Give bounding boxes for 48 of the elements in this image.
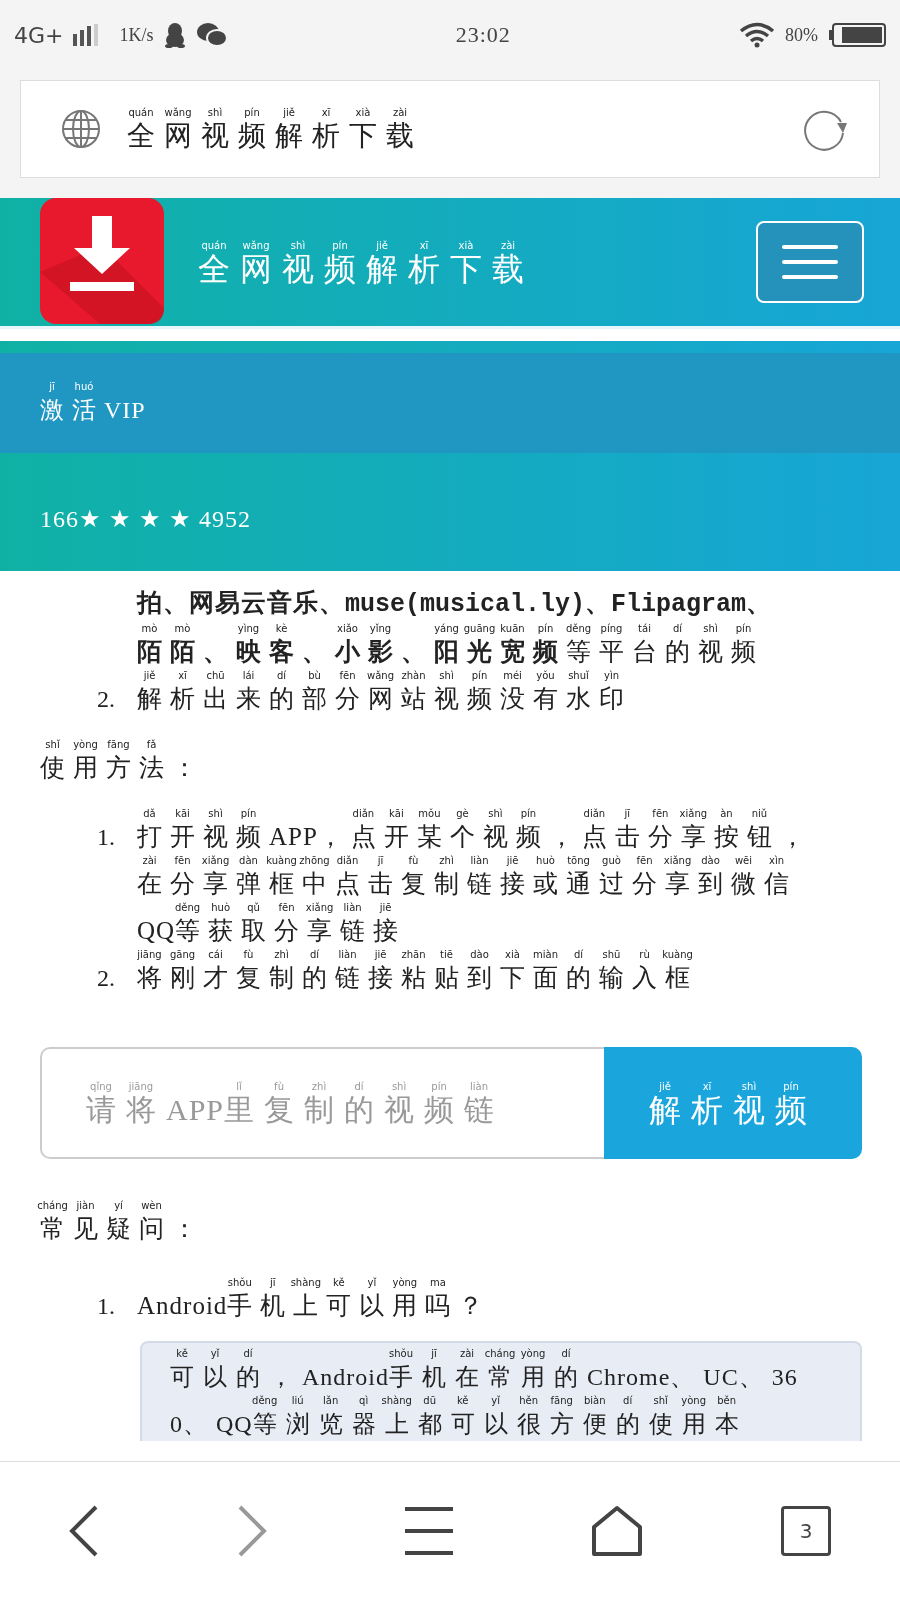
pinyin-annotation: mò mò yìng kè xiǎo yǐng yáng guāng kuān pín děng píng tái dí shì pín bbox=[140, 622, 753, 635]
list-number: 1. bbox=[96, 1292, 116, 1321]
section-heading: 常见疑问： bbox=[40, 1214, 205, 1244]
download-logo-icon[interactable] bbox=[40, 198, 164, 324]
faq-question: Android手机上可以用吗？ bbox=[137, 1291, 492, 1321]
battery-percent: 80% bbox=[785, 24, 818, 46]
pinyin-annotation: jiě xī shì pín bbox=[658, 1079, 800, 1093]
pinyin-annotation: shǐ yòng fāng fǎ bbox=[44, 738, 158, 751]
section-heading: 使用方法： bbox=[40, 753, 205, 783]
battery-icon bbox=[828, 23, 886, 47]
list-number: 2. bbox=[96, 964, 116, 993]
pinyin-annotation: cháng jiàn yí wèn bbox=[40, 1199, 163, 1212]
chat-bubbles-icon bbox=[195, 22, 228, 48]
clock-time: 23:02 bbox=[455, 22, 511, 48]
faq-answer-text: 0、QQ等浏览器上都可以很方便的使用本 bbox=[170, 1410, 748, 1439]
pinyin-annotation: jiāng gāng cái fù zhì dí liàn jiē zhān tiē dào xià miàn dí shū rù kuàng bbox=[137, 948, 694, 961]
address-bar[interactable]: quán wǎng shì pín jiě xī xià zài 全网视频解析下载 bbox=[20, 80, 880, 178]
signal-icon bbox=[73, 24, 100, 46]
pinyin-annotation: zài fēn xiǎng dàn kuàng zhōng diǎn jī fù zhì liàn jiē huò tōng guò fēn xiǎng dào wēi xìn bbox=[141, 854, 785, 867]
site-title: 全网视频解析下载 bbox=[198, 251, 534, 286]
network-speed: 1K/s bbox=[119, 24, 154, 46]
pinyin-annotation: kě yǐ dí shǒu jī zài cháng yòng dí bbox=[175, 1347, 572, 1360]
list-number: 2. bbox=[96, 685, 116, 714]
penguin-icon bbox=[163, 22, 186, 48]
list-number: 1. bbox=[96, 823, 116, 852]
list-item-text: 在分享弹框中点击复制链接或通过分享到微信 bbox=[137, 869, 797, 899]
list-item-text: QQ等获取分享链接 bbox=[137, 916, 407, 946]
parse-video-button[interactable]: jiě xī shì pín 解析视频 bbox=[604, 1047, 862, 1159]
list-item-text: 拍、网易云音乐、muse(musical.ly)、Flipagram、 bbox=[137, 588, 773, 621]
pinyin-annotation: dǎ kāi shì pín diǎn kāi mǒu gè shì pín diǎn jī fēn xiǎng àn niǔ bbox=[142, 807, 769, 820]
pinyin-annotation: shǒu jī shàng kě yǐ yòng ma bbox=[226, 1276, 447, 1289]
pinyin-annotation: děng huò qǔ fēn xiǎng liàn jiē bbox=[174, 901, 393, 914]
pinyin-annotation: jiě xī chū lái dí bù fēn wǎng zhàn shì pín méi yǒu shuǐ yìn bbox=[142, 669, 620, 682]
page-title: 全网视频解析下载 bbox=[127, 118, 423, 153]
menu-icon bbox=[782, 243, 838, 281]
network-type: 4G+ bbox=[14, 22, 64, 48]
list-item-text: 将刚才复制的链接粘贴到下面的输入框 bbox=[137, 963, 698, 993]
wifi-icon bbox=[739, 22, 775, 48]
list-item-text: 陌陌、映客、小影、阳光宽频等平台的视频 bbox=[137, 637, 764, 667]
pinyin-annotation: quán wǎng shì pín jiě xī xià zài bbox=[200, 238, 517, 252]
pinyin-annotation: quán wǎng shì pín jiě xī xià zài bbox=[127, 105, 409, 119]
pinyin-annotation: děng liú lǎn qì shàng dū kě yǐ hěn fāng biàn dí shǐ yòng běn bbox=[251, 1394, 738, 1407]
account-menu-item[interactable]: 166★★★★4952 bbox=[40, 501, 251, 536]
button-label: 解析视频 bbox=[649, 1092, 817, 1127]
list-item-text: 解析出来的部分网站视频没有水印 bbox=[137, 684, 632, 714]
pinyin-annotation: qǐng jiāng lǐ fù zhì dí shì pín liàn bbox=[89, 1079, 490, 1093]
pinyin-annotation: jī huó bbox=[48, 379, 95, 393]
globe-icon bbox=[61, 109, 101, 149]
